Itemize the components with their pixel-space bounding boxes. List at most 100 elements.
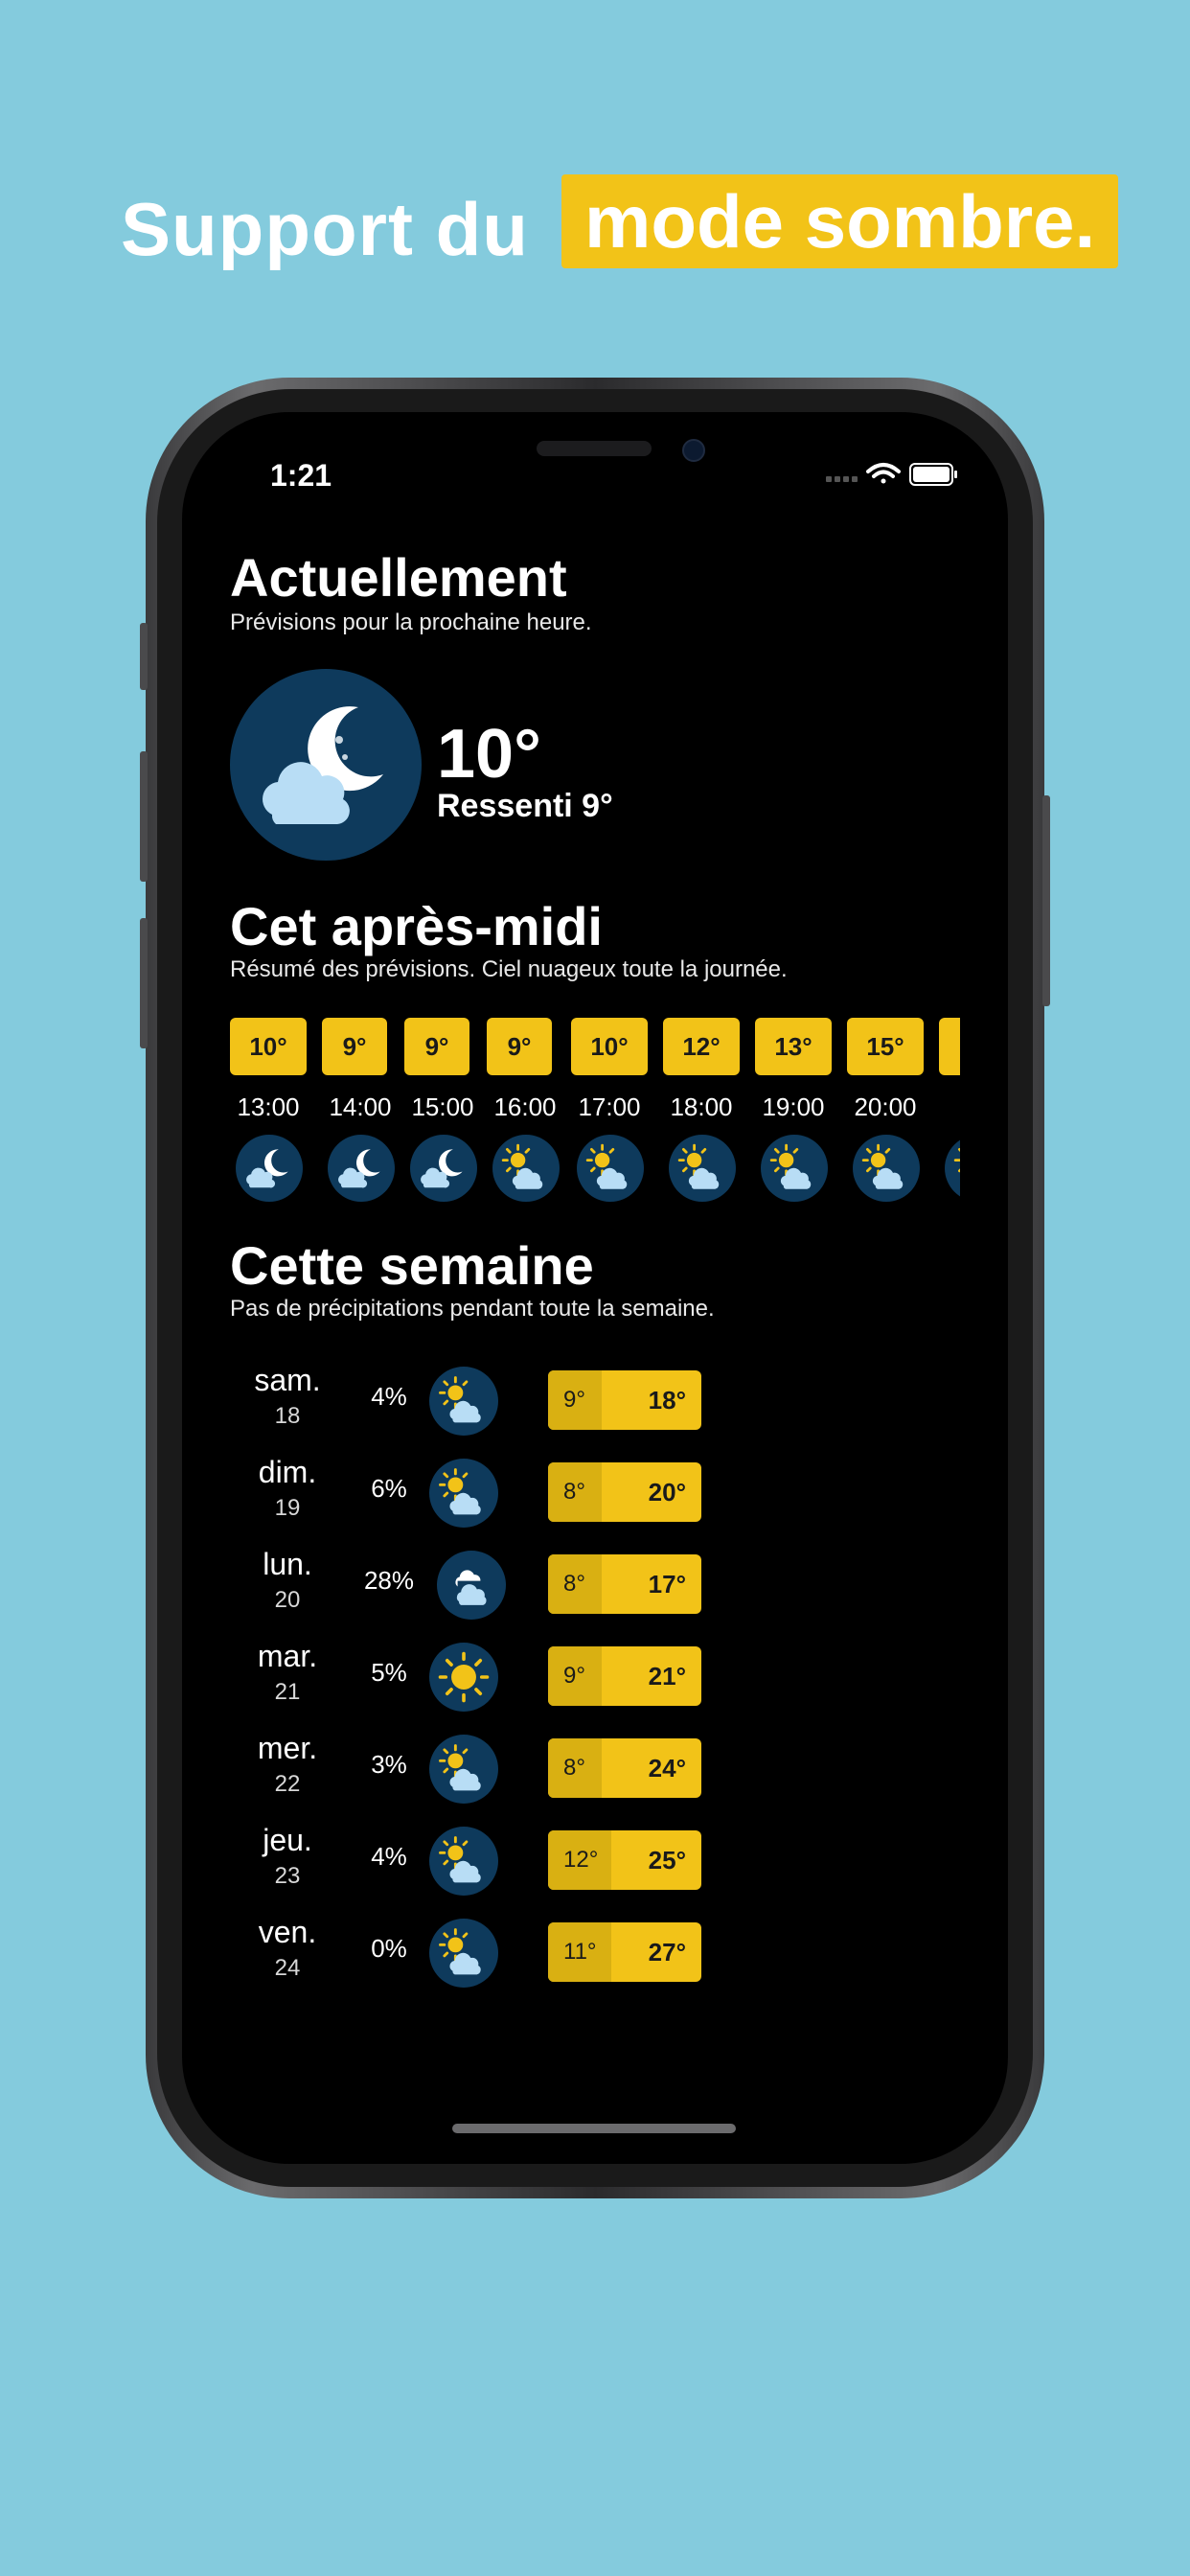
sun-cloud-icon xyxy=(429,1735,498,1804)
day-name: mer. xyxy=(257,1731,318,1765)
hour-time: 20:00 xyxy=(854,1092,917,1121)
front-camera xyxy=(682,439,705,462)
hour-time: 17:00 xyxy=(578,1092,641,1121)
temp-high: 24° xyxy=(648,1754,686,1782)
current-temp: 10° xyxy=(437,716,541,793)
hour-time: 15:00 xyxy=(411,1092,474,1121)
temp-range-bar: 12° 25° xyxy=(548,1830,701,1890)
temp-range-bar: 9° 18° xyxy=(548,1370,701,1430)
battery-icon xyxy=(909,463,957,486)
hour-time: 18:00 xyxy=(670,1092,733,1121)
day-date: 18 xyxy=(274,1403,301,1429)
sun-cloud-icon xyxy=(577,1135,644,1202)
day-precip: 3% xyxy=(371,1750,407,1779)
hour-item: 10° 17:00 xyxy=(571,1018,663,1209)
current-title: Actuellement xyxy=(230,547,567,608)
temp-range-bar: 8° 17° xyxy=(548,1554,701,1614)
hour-temp: 12° xyxy=(663,1018,740,1075)
temp-low: 9° xyxy=(548,1370,602,1430)
temp-low: 9° xyxy=(548,1646,602,1706)
hour-item: 12° 18:00 xyxy=(663,1018,755,1209)
hour-temp: 9° xyxy=(487,1018,552,1075)
hour-item: 1 2 xyxy=(939,1018,960,1209)
moon-cloud-icon xyxy=(230,669,422,861)
wifi-icon xyxy=(866,463,901,484)
hour-temp: 15° xyxy=(847,1018,924,1075)
status-icons xyxy=(826,463,957,486)
day-name: dim. xyxy=(258,1455,317,1489)
day-date: 24 xyxy=(274,1955,301,1981)
sun-cloud-icon xyxy=(429,1367,498,1436)
hour-time: 2 xyxy=(931,1092,960,1122)
cloud-icon xyxy=(437,1551,506,1620)
day-precip: 28% xyxy=(363,1566,415,1595)
moon-cloud-icon xyxy=(236,1135,303,1202)
sun-cloud-icon xyxy=(429,1827,498,1896)
headline: Support du mode sombre. xyxy=(0,172,1190,278)
moon-cloud-icon xyxy=(328,1135,395,1202)
temp-high: 27° xyxy=(648,1938,686,1966)
speaker-grille xyxy=(537,441,652,456)
week-subtitle: Pas de précipitations pendant toute la s… xyxy=(230,1296,715,1322)
hourly-forecast-strip[interactable]: 10° 13:00 9° 14:00 9° 15:00 9° 16:00 10°… xyxy=(230,1018,960,1209)
temp-high: 25° xyxy=(648,1846,686,1874)
day-date: 23 xyxy=(274,1863,301,1889)
day-row[interactable]: jeu. 23 4% 12° 25° xyxy=(230,1823,767,1899)
home-indicator[interactable] xyxy=(452,2124,736,2133)
hour-time: 14:00 xyxy=(329,1092,392,1121)
temp-low: 11° xyxy=(548,1922,611,1982)
silent-switch xyxy=(140,623,148,690)
hour-temp: 9° xyxy=(404,1018,469,1075)
temp-high: 21° xyxy=(648,1662,686,1690)
hour-temp: 1 xyxy=(939,1018,960,1075)
afternoon-title: Cet après-midi xyxy=(230,896,603,956)
volume-down-button xyxy=(140,918,148,1048)
hour-temp: 10° xyxy=(230,1018,307,1075)
moon-cloud-icon xyxy=(410,1135,477,1202)
temp-low: 8° xyxy=(548,1462,602,1522)
day-row[interactable]: lun. 20 28% 8° 17° xyxy=(230,1547,767,1623)
day-date: 20 xyxy=(274,1587,301,1613)
day-name: jeu. xyxy=(263,1823,312,1857)
day-name: lun. xyxy=(263,1547,312,1581)
app-screen: 1:21 Actuellement Prévisions pour la pro… xyxy=(182,412,1008,2164)
day-precip: 4% xyxy=(371,1842,407,1871)
hour-temp: 10° xyxy=(571,1018,648,1075)
sun-cloud-icon xyxy=(761,1135,828,1202)
hour-item: 13° 19:00 xyxy=(755,1018,847,1209)
headline-plain: Support du xyxy=(121,187,529,271)
day-name: sam. xyxy=(254,1363,321,1397)
current-subtitle: Prévisions pour la prochaine heure. xyxy=(230,610,592,635)
sun-cloud-icon xyxy=(669,1135,736,1202)
status-time: 1:21 xyxy=(270,458,332,493)
sun-cloud-icon xyxy=(853,1135,920,1202)
hour-time: 16:00 xyxy=(493,1092,557,1121)
day-date: 19 xyxy=(274,1495,301,1521)
day-row[interactable]: dim. 19 6% 8° 20° xyxy=(230,1455,767,1531)
headline-highlight: mode sombre. xyxy=(561,174,1119,268)
temp-range-bar: 8° 24° xyxy=(548,1738,701,1798)
temp-high: 20° xyxy=(648,1478,686,1506)
day-row[interactable]: ven. 24 0% 11° 27° xyxy=(230,1915,767,1991)
day-row[interactable]: mer. 22 3% 8° 24° xyxy=(230,1731,767,1807)
day-precip: 5% xyxy=(371,1658,407,1687)
day-precip: 6% xyxy=(371,1474,407,1503)
hour-time: 19:00 xyxy=(762,1092,825,1121)
temp-high: 17° xyxy=(648,1570,686,1598)
temp-range-bar: 9° 21° xyxy=(548,1646,701,1706)
temp-range-bar: 11° 27° xyxy=(548,1922,701,1982)
hour-item: 10° 13:00 xyxy=(230,1018,322,1209)
temp-range-bar: 8° 20° xyxy=(548,1462,701,1522)
day-row[interactable]: sam. 18 4% 9° 18° xyxy=(230,1363,767,1439)
temp-high: 18° xyxy=(648,1386,686,1414)
temp-low: 8° xyxy=(548,1554,602,1614)
sun-cloud-icon xyxy=(429,1919,498,1988)
day-row[interactable]: mar. 21 5% 9° 21° xyxy=(230,1639,767,1715)
sun-cloud-icon xyxy=(945,1135,960,1202)
sun-cloud-icon xyxy=(492,1135,560,1202)
side-button xyxy=(1042,795,1050,1006)
week-title: Cette semaine xyxy=(230,1235,594,1296)
day-precip: 4% xyxy=(371,1382,407,1411)
hour-item: 15° 20:00 xyxy=(847,1018,939,1209)
signal-icon xyxy=(826,476,858,482)
